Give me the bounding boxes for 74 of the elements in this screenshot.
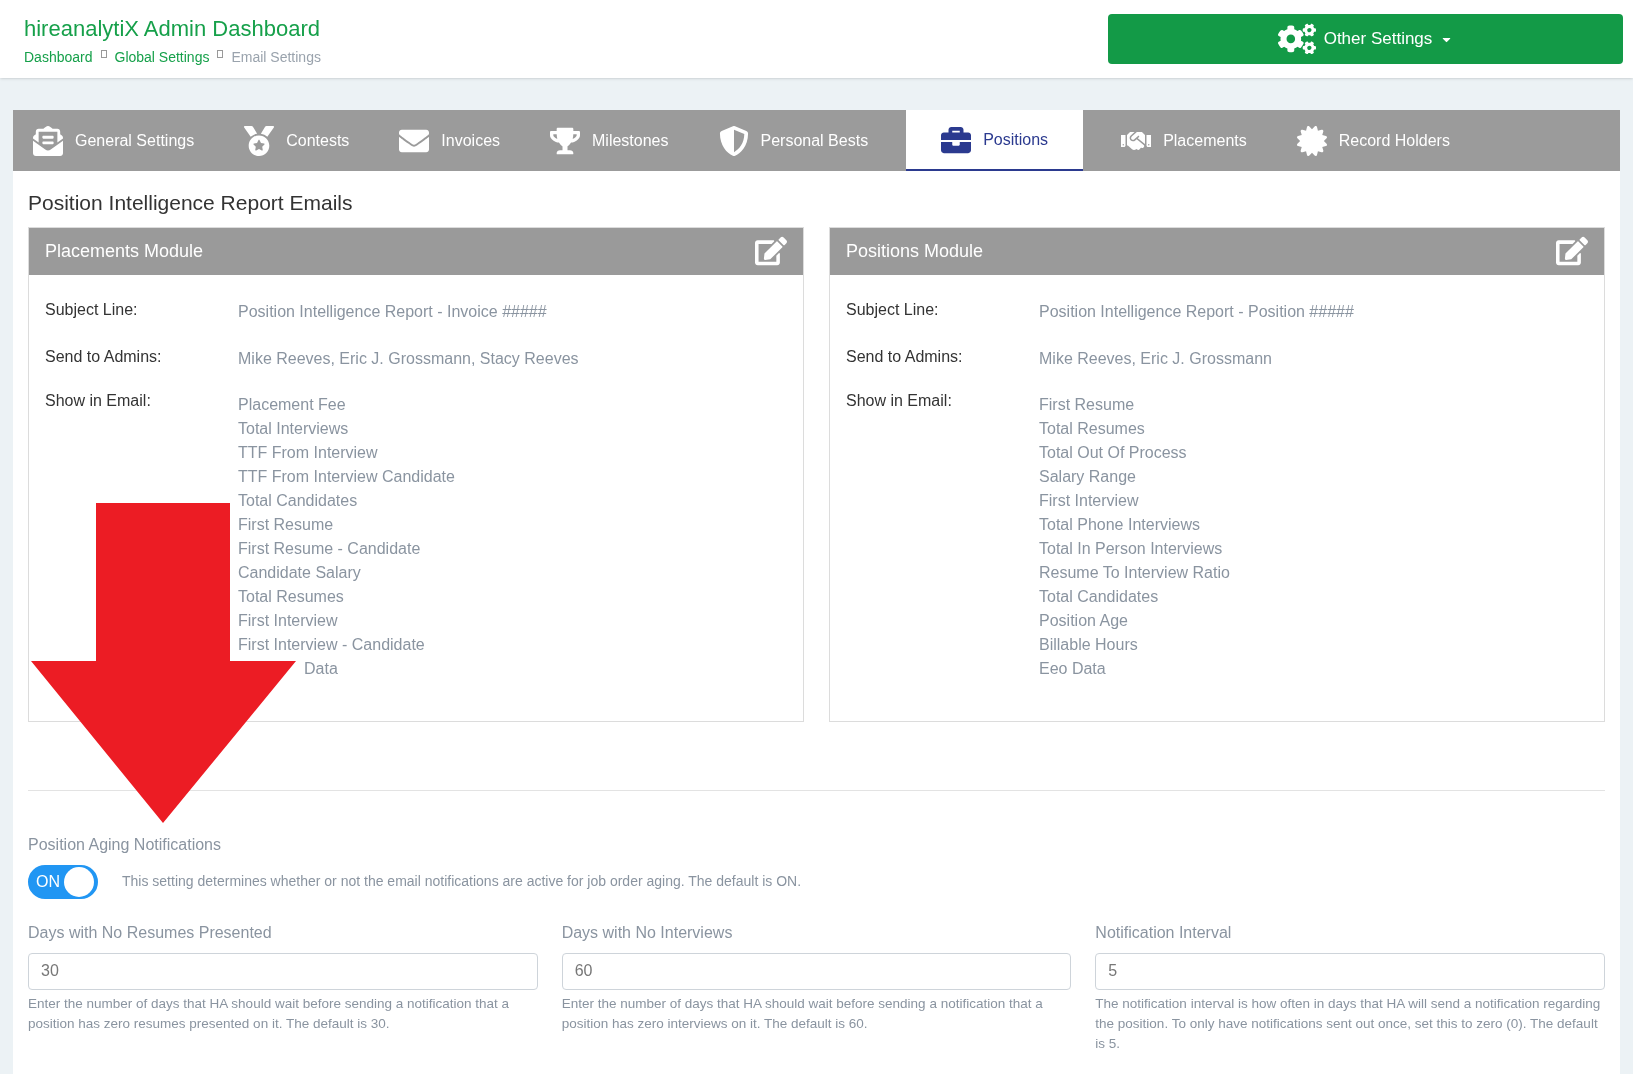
field-label: Subject Line: xyxy=(846,300,940,320)
email-field-item: Total Resumes xyxy=(238,586,344,607)
email-field-item: Eeo Data xyxy=(1039,658,1106,679)
subject-value: Position Intelligence Report - Invoice ##### xyxy=(238,302,547,322)
email-field-item: Total Out Of Process xyxy=(1039,442,1187,463)
shield-icon xyxy=(718,125,749,156)
input-field[interactable]: 30 xyxy=(28,952,538,990)
toggle-switch[interactable]: ON xyxy=(28,864,98,899)
email-field-item: Total Candidates xyxy=(1039,586,1159,607)
email-field-item: Total In Person Interviews xyxy=(1039,538,1223,559)
field-label: Show in Email: xyxy=(846,390,953,411)
email-field-item: Data xyxy=(304,658,338,679)
field-label: Subject Line: xyxy=(45,300,139,320)
edit-icon xyxy=(755,235,787,267)
email-field-item: First Interview xyxy=(1039,490,1139,511)
field-label: Send to Admins: xyxy=(846,347,964,367)
input-field[interactable]: 5 xyxy=(1095,952,1605,990)
breadcrumb-link[interactable]: Dashboard xyxy=(24,47,93,68)
input-field[interactable]: 60 xyxy=(561,952,1072,990)
badge-icon xyxy=(1296,125,1327,156)
email-field-item: Total Interviews xyxy=(238,418,349,439)
separator-icon xyxy=(100,49,107,58)
trophy-icon xyxy=(550,125,581,156)
admins-value: Mike Reeves, Eric J. Grossmann, Stacy Reeves xyxy=(238,349,579,369)
tab[interactable]: Positions xyxy=(906,110,1084,171)
tab[interactable]: Personal Bests xyxy=(706,110,881,171)
input-label: Days with No Resumes Presented xyxy=(28,922,273,943)
email-field-item: Candidate Salary xyxy=(238,562,361,583)
tab[interactable]: Placements xyxy=(1109,110,1259,171)
section-title: Position Intelligence Report Emails xyxy=(28,190,354,216)
email-field-item: Position Age xyxy=(1039,610,1128,631)
input-label: Notification Interval xyxy=(1095,922,1233,943)
email-field-item: Resume To Interview Ratio xyxy=(1039,562,1230,583)
other-settings-button[interactable]: Other Settings xyxy=(1108,14,1623,64)
breadcrumb-link[interactable]: Global Settings xyxy=(114,47,210,68)
toggle-description: This setting determines whether or not the email notifications are active for job order aging. The default is ON. xyxy=(122,872,802,891)
email-field-item: Total Resumes xyxy=(1039,418,1145,439)
field-label: Send to Admins: xyxy=(45,347,163,367)
admins-value: Mike Reeves, Eric J. Grossmann xyxy=(1039,349,1272,369)
field-label: Show in Email: xyxy=(45,390,152,411)
email-field-item: First Interview xyxy=(238,610,338,631)
email-field-item: First Resume xyxy=(1039,394,1135,415)
subject-value: Position Intelligence Report - Position ##### xyxy=(1039,302,1354,322)
tab[interactable]: Invoices xyxy=(387,110,513,171)
email-field-item: TTF From Interview xyxy=(238,442,378,463)
email-field-item: Total Phone Interviews xyxy=(1039,514,1200,535)
envelope-letter-icon xyxy=(33,125,63,156)
email-field-item: Salary Range xyxy=(1039,466,1136,487)
aging-title: Position Aging Notifications xyxy=(28,834,222,855)
medal-icon xyxy=(244,125,275,156)
page-title: hireanalytiX Admin Dashboard xyxy=(24,15,321,43)
breadcrumb-link[interactable]: Email Settings xyxy=(231,47,321,68)
email-field-item: First Resume - Candidate xyxy=(238,538,421,559)
panel-title: Placements Module xyxy=(45,239,204,263)
panel-title: Positions Module xyxy=(846,239,984,263)
edit-icon xyxy=(1556,235,1588,267)
email-field-item: First Resume xyxy=(238,514,334,535)
email-field-item: Billable Hours xyxy=(1039,634,1138,655)
help-text: Enter the number of days that HA should wait before sending a notification that a position has zero resumes presented on it. The default is 30. xyxy=(28,994,511,1033)
briefcase-icon xyxy=(941,124,972,155)
tab[interactable]: Milestones xyxy=(538,110,681,171)
separator-icon xyxy=(217,49,224,58)
email-field-item: TTF From Interview Candidate xyxy=(238,466,455,487)
help-text: The notification interval is how often in days that HA will send a notification regarding the position. To only have notifications sent out once, set this to zero (0). The default is 5. xyxy=(1095,994,1602,1053)
email-field-item: First Interview - Candidate xyxy=(238,634,425,655)
tab[interactable]: Record Holders xyxy=(1284,110,1462,171)
edit-button[interactable] xyxy=(1556,235,1588,267)
help-text: Enter the number of days that HA should wait before sending a notification that a position has zero interviews on it. The default is 60. xyxy=(561,994,1044,1033)
email-field-item: Total Candidates xyxy=(238,490,358,511)
tab[interactable]: Contests xyxy=(232,110,362,171)
input-label: Days with No Interviews xyxy=(561,922,734,943)
email-field-item: Placement Fee xyxy=(238,394,346,415)
edit-button[interactable] xyxy=(755,235,787,267)
tab[interactable]: General Settings xyxy=(21,110,207,171)
